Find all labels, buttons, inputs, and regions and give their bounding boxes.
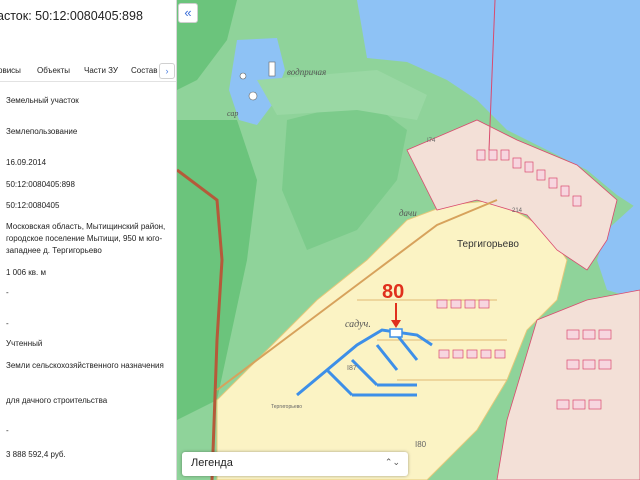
field-area: 1 006 кв. м: [6, 268, 46, 277]
field-dash-3: -: [6, 426, 9, 435]
info-panel: асток: 50:12:0080405:898 рвисы Объекты Ч…: [0, 0, 177, 480]
cadastral-map[interactable]: 80 Тергигорьево садуч. дачи водпричая са…: [177, 0, 640, 480]
map-canvas[interactable]: 80 Тергигорьево садуч. дачи водпричая са…: [177, 0, 640, 480]
field-status: Учтенный: [6, 339, 43, 348]
plot-174-label: I74: [427, 138, 436, 144]
field-address: Московская область, Мытищинский район, г…: [6, 222, 166, 255]
gardens-label: садуч.: [345, 319, 371, 330]
plot-214-label: 214: [512, 208, 523, 214]
tabs-next-button[interactable]: ›: [159, 63, 175, 79]
field-registration-date: 16.09.2014: [6, 158, 47, 167]
tab-services[interactable]: рвисы: [0, 66, 21, 75]
legend-label: Легенда: [191, 457, 233, 469]
plot-187-label: I87: [347, 365, 357, 372]
field-cadastral-number: 50:12:0080405:898: [6, 180, 75, 189]
field-cadastral-quarter: 50:12:0080405: [6, 201, 60, 210]
tab-objects[interactable]: Объекты: [37, 66, 70, 75]
collapse-panel-button[interactable]: «: [178, 3, 198, 23]
field-dash-1: -: [6, 288, 9, 297]
field-cadastral-value: 3 888 592,4 руб.: [6, 450, 66, 459]
field-subtype: Землепользование: [6, 127, 78, 136]
panel-title: асток: 50:12:0080405:898: [0, 9, 143, 23]
tab-bar: рвисы Объекты Части ЗУ Состав ›: [0, 62, 176, 82]
small-village-label: Тергигорьево: [271, 404, 302, 410]
field-dash-2: -: [6, 319, 9, 328]
tab-composition[interactable]: Состав: [131, 66, 158, 75]
legend-dropdown[interactable]: Легенда ⌃⌄: [182, 452, 408, 476]
sar-label: сар: [227, 109, 238, 118]
water-label: водпричая: [287, 67, 326, 77]
dacha-label: дачи: [399, 208, 417, 218]
plot-180-label: I80: [415, 440, 427, 449]
village-label: Тергигорьево: [457, 239, 519, 250]
chevron-updown-icon: ⌃⌄: [384, 457, 400, 467]
field-permitted-use: для дачного строительства: [6, 396, 108, 405]
tab-parts[interactable]: Части ЗУ: [84, 66, 118, 75]
marker-number-label: 80: [382, 281, 404, 303]
field-object-type: Земельный участок: [6, 96, 79, 105]
field-land-category: Земли сельскохозяйственного назначения: [6, 361, 164, 370]
